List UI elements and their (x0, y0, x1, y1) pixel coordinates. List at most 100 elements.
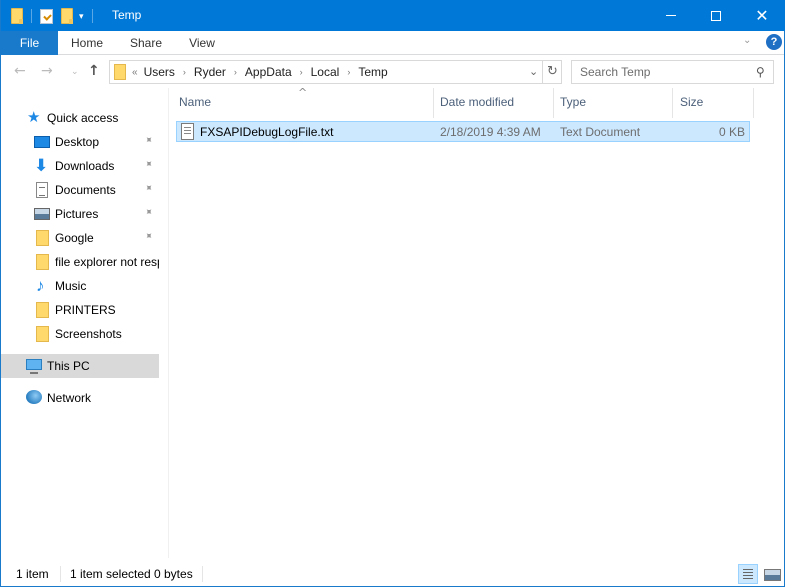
nav-label: Desktop (55, 135, 100, 149)
up-button[interactable]: ↑ (88, 63, 100, 79)
recent-locations-button[interactable]: ⌄ (71, 67, 79, 77)
nav-label: Quick access (47, 111, 119, 125)
column-resize-handle[interactable] (553, 88, 554, 118)
tab-home[interactable]: Home (61, 31, 113, 55)
close-button[interactable]: ✕ (739, 0, 785, 31)
nav-label: Network (47, 391, 92, 405)
breadcrumb-appdata[interactable]: AppData (245, 65, 292, 79)
computer-icon (26, 359, 42, 374)
minimize-button[interactable] (648, 0, 694, 31)
folder-icon (11, 8, 23, 24)
properties-icon[interactable] (40, 8, 53, 24)
nav-item-music[interactable]: ♪ Music (1, 274, 159, 298)
nav-item-file-explorer-not-responding[interactable]: file explorer not responding (1, 250, 159, 274)
maximize-button[interactable] (693, 0, 739, 31)
nav-label: Screenshots (55, 327, 122, 341)
expand-ribbon-icon[interactable]: ⌄ (743, 35, 751, 46)
tab-view[interactable]: View (177, 31, 227, 55)
large-icons-view-button[interactable] (762, 564, 782, 584)
nav-item-pictures[interactable]: Pictures ✦ (1, 202, 159, 226)
nav-label: This PC (47, 359, 90, 373)
chevron-right-icon[interactable]: › (300, 67, 303, 77)
documents-icon (36, 182, 48, 198)
search-icon[interactable]: ⚲ (756, 65, 765, 79)
file-name: FXSAPIDebugLogFile.txt (200, 125, 334, 139)
breadcrumb: « Users › Ryder › AppData › Local › Temp (132, 65, 388, 79)
pane-divider[interactable] (168, 88, 169, 558)
window-title: Temp (112, 8, 142, 22)
details-view-button[interactable] (738, 564, 758, 584)
chevron-right-icon[interactable]: › (347, 67, 350, 77)
customize-dropdown-icon[interactable]: ▾ (79, 11, 84, 21)
maximize-icon (711, 10, 721, 21)
network-icon (26, 390, 42, 404)
breadcrumb-overflow[interactable]: « (132, 67, 138, 78)
nav-item-printers[interactable]: PRINTERS (1, 298, 159, 322)
navigation-bar: ← → ⌄ ↑ « Users › Ryder › AppData › Loca… (1, 56, 784, 88)
nav-item-quick-access[interactable]: ★ Quick access (1, 106, 159, 130)
column-header-size[interactable]: Size (680, 95, 703, 109)
nav-label: Pictures (55, 207, 99, 221)
nav-label: Google (55, 231, 94, 245)
pin-icon[interactable]: ✦ (141, 206, 155, 220)
breadcrumb-local[interactable]: Local (311, 65, 340, 79)
quick-access-toolbar: ▾ (11, 7, 101, 25)
forward-button[interactable]: → (41, 63, 53, 79)
nav-item-documents[interactable]: Documents ✦ (1, 178, 159, 202)
breadcrumb-temp[interactable]: Temp (358, 65, 387, 79)
nav-item-desktop[interactable]: Desktop ✦ (1, 130, 159, 154)
column-header-name[interactable]: Name (179, 95, 211, 109)
title-bar: ▾ Temp ✕ (1, 0, 785, 31)
desktop-icon (34, 136, 50, 148)
nav-item-network[interactable]: Network (1, 386, 159, 410)
pin-icon[interactable]: ✦ (141, 134, 155, 148)
nav-label: Documents (55, 183, 116, 197)
pin-icon[interactable]: ✦ (141, 230, 155, 244)
file-row[interactable]: FXSAPIDebugLogFile.txt 2/18/2019 4:39 AM… (176, 121, 750, 142)
folder-icon (36, 254, 49, 270)
selection-size: 0 bytes (154, 567, 193, 581)
nav-label: PRINTERS (55, 303, 116, 317)
column-header-date-modified[interactable]: Date modified (440, 95, 514, 109)
tab-file[interactable]: File (1, 31, 58, 55)
address-bar[interactable]: « Users › Ryder › AppData › Local › Temp… (109, 60, 562, 84)
tab-share[interactable]: Share (121, 31, 171, 55)
chevron-right-icon[interactable]: › (183, 67, 186, 77)
download-icon: ⬇ (34, 156, 49, 176)
nav-item-downloads[interactable]: ⬇ Downloads ✦ (1, 154, 159, 178)
breadcrumb-users[interactable]: Users (144, 65, 175, 79)
selection-count: 1 item selected (70, 567, 151, 581)
nav-label: Music (55, 279, 87, 293)
close-icon: ✕ (755, 5, 769, 25)
toolbar-separator (91, 9, 93, 23)
chevron-right-icon[interactable]: › (234, 67, 237, 77)
back-button[interactable]: ← (14, 63, 26, 79)
toolbar-separator (31, 9, 32, 23)
pin-icon[interactable]: ✦ (141, 182, 155, 196)
folder-icon (36, 326, 49, 342)
status-separator (202, 566, 203, 582)
new-folder-icon[interactable] (61, 8, 73, 24)
column-header-type[interactable]: Type (560, 95, 586, 109)
breadcrumb-ryder[interactable]: Ryder (194, 65, 226, 79)
minimize-icon (666, 15, 676, 16)
navigation-pane: ★ Quick access Desktop ✦ ⬇ Downloads ✦ D… (1, 96, 159, 556)
column-resize-handle[interactable] (753, 88, 754, 118)
status-separator (60, 566, 61, 582)
nav-item-screenshots[interactable]: Screenshots (1, 322, 159, 346)
refresh-button[interactable]: ↻ (542, 61, 562, 83)
column-resize-handle[interactable] (433, 88, 434, 118)
file-explorer-window: ▾ Temp ✕ File Home Share View ⌄ ? ← → ⌄ … (0, 0, 785, 587)
music-icon: ♪ (36, 276, 45, 295)
nav-item-google[interactable]: Google ✦ (1, 226, 159, 250)
file-type: Text Document (560, 125, 641, 139)
chevron-down-icon[interactable]: ⌄ (529, 65, 538, 78)
folder-icon (114, 64, 126, 80)
nav-item-this-pc[interactable]: This PC (1, 354, 159, 378)
pictures-icon (34, 208, 50, 220)
column-resize-handle[interactable] (672, 88, 673, 118)
search-input[interactable]: Search Temp ⚲ (571, 60, 774, 84)
sort-ascending-icon: ^ (298, 86, 308, 99)
pin-icon[interactable]: ✦ (141, 158, 155, 172)
help-icon[interactable]: ? (766, 34, 782, 50)
